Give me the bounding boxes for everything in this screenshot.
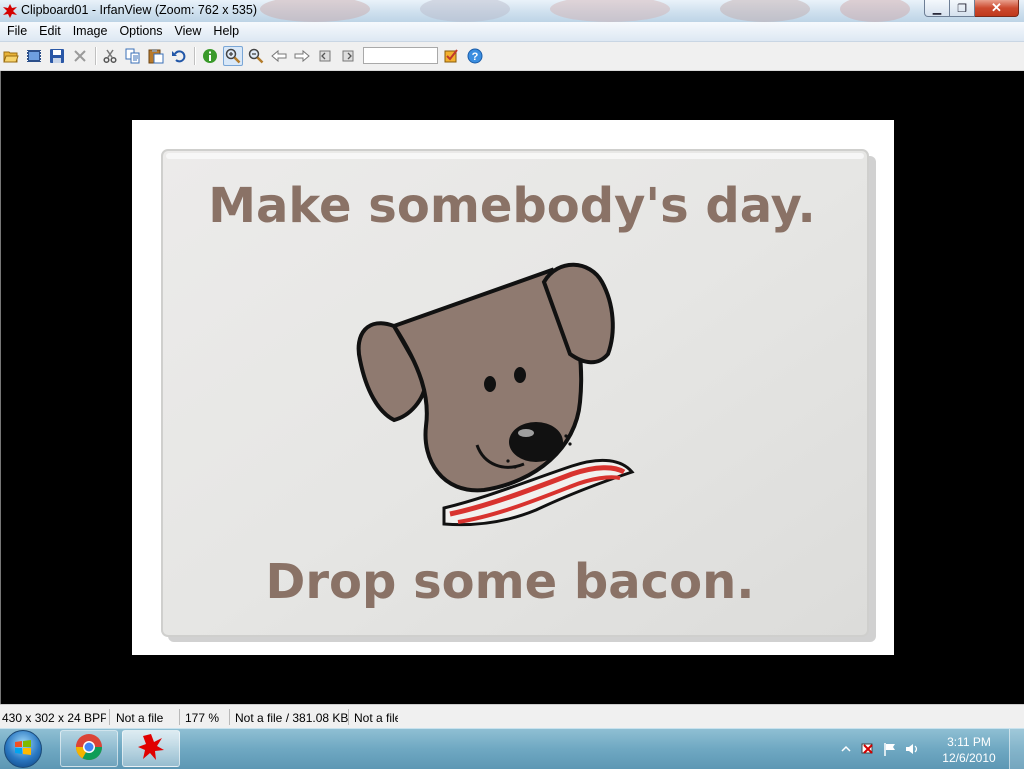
- windows-logo-icon: [14, 739, 32, 760]
- status-separator: [229, 709, 230, 725]
- toolbar-separator: [95, 47, 97, 65]
- status-file-2: Not a file: [354, 711, 398, 725]
- title-bar[interactable]: Clipboard01 - IrfanView (Zoom: 762 x 535…: [0, 0, 1024, 22]
- status-separator: [348, 709, 349, 725]
- next-icon[interactable]: [292, 46, 312, 66]
- status-separator: [179, 709, 180, 725]
- menu-view[interactable]: View: [169, 22, 208, 41]
- image-headline: Make somebody's day.: [208, 178, 816, 234]
- taskbar-irfanview-button[interactable]: [122, 730, 180, 767]
- copy-icon[interactable]: [123, 46, 143, 66]
- clock-time: 3:11 PM: [947, 735, 991, 749]
- zoom-out-icon[interactable]: [246, 46, 266, 66]
- start-button[interactable]: [4, 730, 42, 768]
- taskbar-chrome-button[interactable]: [60, 730, 118, 767]
- open-icon[interactable]: [1, 46, 21, 66]
- irfanview-icon: [136, 732, 166, 765]
- menu-help[interactable]: Help: [207, 22, 245, 41]
- show-hidden-icons-icon[interactable]: [838, 741, 854, 757]
- status-file-size: Not a file / 381.08 KB: [235, 711, 349, 725]
- image-footer: Drop some bacon.: [266, 554, 755, 610]
- undo-icon[interactable]: [169, 46, 189, 66]
- clock[interactable]: 3:11 PM 12/6/2010: [938, 734, 1000, 766]
- menu-options[interactable]: Options: [113, 22, 168, 41]
- menu-file[interactable]: File: [0, 22, 33, 41]
- clock-date: 12/6/2010: [942, 751, 996, 765]
- status-bar: 430 x 302 x 24 BPP Not a file 177 % Not …: [0, 704, 1024, 729]
- zoom-in-icon[interactable]: [223, 46, 243, 66]
- network-error-icon[interactable]: [860, 741, 876, 757]
- previous-icon[interactable]: [269, 46, 289, 66]
- settings-icon[interactable]: [441, 46, 461, 66]
- first-page-icon[interactable]: [315, 46, 335, 66]
- help-icon[interactable]: ?: [465, 46, 485, 66]
- toolbar-separator: [194, 47, 196, 65]
- status-dimensions: 430 x 302 x 24 BPP: [2, 711, 106, 725]
- system-tray: 3:11 PM 12/6/2010: [834, 729, 1024, 769]
- image-viewer-canvas[interactable]: Make somebody's day. Drop some bacon.: [0, 71, 1024, 704]
- status-file: Not a file: [116, 711, 164, 725]
- close-button[interactable]: ✕: [975, 0, 1019, 17]
- last-page-icon[interactable]: [338, 46, 358, 66]
- irfanview-app-icon[interactable]: [2, 3, 18, 19]
- window-title: Clipboard01 - IrfanView (Zoom: 762 x 535…: [21, 3, 257, 17]
- action-center-flag-icon[interactable]: [882, 741, 898, 757]
- minimize-button[interactable]: ▁: [924, 0, 950, 17]
- info-icon[interactable]: [200, 46, 220, 66]
- toolbar: ?: [0, 42, 1024, 71]
- menu-bar: File Edit Image Options View Help: [0, 22, 1024, 42]
- show-desktop-button[interactable]: [1009, 729, 1024, 769]
- save-icon[interactable]: [47, 46, 67, 66]
- volume-icon[interactable]: [904, 741, 920, 757]
- menu-image[interactable]: Image: [67, 22, 114, 41]
- delete-icon[interactable]: [70, 46, 90, 66]
- status-separator: [109, 709, 110, 725]
- taskbar: 3:11 PM 12/6/2010: [0, 728, 1024, 769]
- thumbnails-icon[interactable]: [24, 46, 44, 66]
- title-bar-background: [250, 0, 910, 22]
- cut-icon[interactable]: [100, 46, 120, 66]
- paste-icon[interactable]: [146, 46, 166, 66]
- maximize-button[interactable]: ❐: [950, 0, 975, 17]
- status-zoom: 177 %: [185, 711, 220, 725]
- svg-text:?: ?: [472, 51, 479, 63]
- chrome-icon: [75, 733, 103, 764]
- displayed-image: Make somebody's day. Drop some bacon.: [132, 120, 894, 655]
- menu-edit[interactable]: Edit: [33, 22, 67, 41]
- toolbar-search-input[interactable]: [363, 47, 438, 64]
